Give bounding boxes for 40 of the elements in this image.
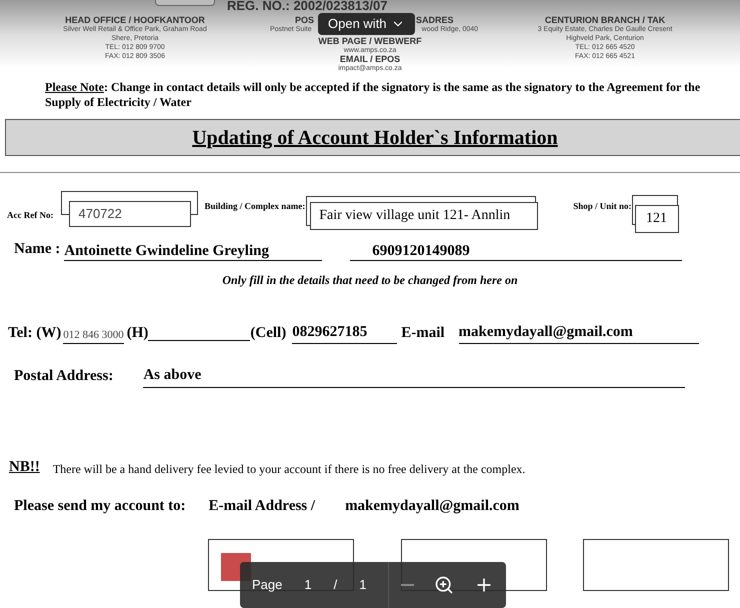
delivery-method: E-mail Address / [208,497,316,516]
cell-phone-value: 0829627185 [292,320,398,344]
id-number-value: 6909120149089 [350,242,682,260]
name-value: Antoinette Gwindeline Greyling [64,242,322,260]
account-ref-field: 470722 [69,201,192,227]
instruction-text: Only fill in the details that need to be changed from here on [221,272,519,288]
office-heading: CENTURION BRANCH / TAK [544,16,666,25]
field-label: Tel: (W) [8,324,62,342]
building-field: Fair view village unit 121- Annlin [310,202,538,230]
field-label: Acc Ref No: [7,209,54,222]
work-phone-value: 012 846 3000 [63,326,124,344]
email-value: makemydayall@gmail.com [458,320,699,344]
office-heading: WEB PAGE / WEBWERF [318,37,422,46]
field-label: Please send my account to: [14,497,186,516]
field-label: E-mail [401,324,445,342]
page-separator: / [334,576,338,594]
contact-change-note: Please Note: Change in contact details will only be accepted if the signatory is the same as the signatory to the Agreement for the Supply of Electricity / Water [45,80,702,110]
page-label: Page [252,576,282,594]
delivery-email-value: makemydayall@gmail.com [345,497,520,516]
field-label: Shop / Unit no: [573,200,632,213]
minus-icon [401,584,414,586]
office-heading: POS [294,16,314,25]
field-label: (Cell) [250,324,286,342]
zoom-button[interactable] [434,575,454,595]
field-label: Name : [14,240,60,259]
postal-address-value: As above [143,364,686,388]
field-label: (H) [126,324,148,342]
zoom-icon [434,575,454,595]
office-heading: EMAIL / EPOS [340,55,400,64]
field-label: Building / Complex name: [204,200,306,213]
office-heading: SADRES [416,16,454,25]
nb-label: NB!! [9,458,40,476]
field-label: Postal Address: [14,367,114,386]
form-title: Updating of Account Holder`s Information [192,126,558,150]
page-total: 1 [359,576,366,594]
open-with-button[interactable]: Open with [318,13,415,35]
office-heading: HEAD OFFICE / HOOFKANTOOR [65,16,205,25]
delivery-fee-note: There will be a hand delivery fee levied to your account if there is no free delivery at the complex. [52,461,526,478]
unit-field: 121 [634,205,679,233]
registration-number: REG. NO.: 2002/023813/07 [227,0,388,12]
